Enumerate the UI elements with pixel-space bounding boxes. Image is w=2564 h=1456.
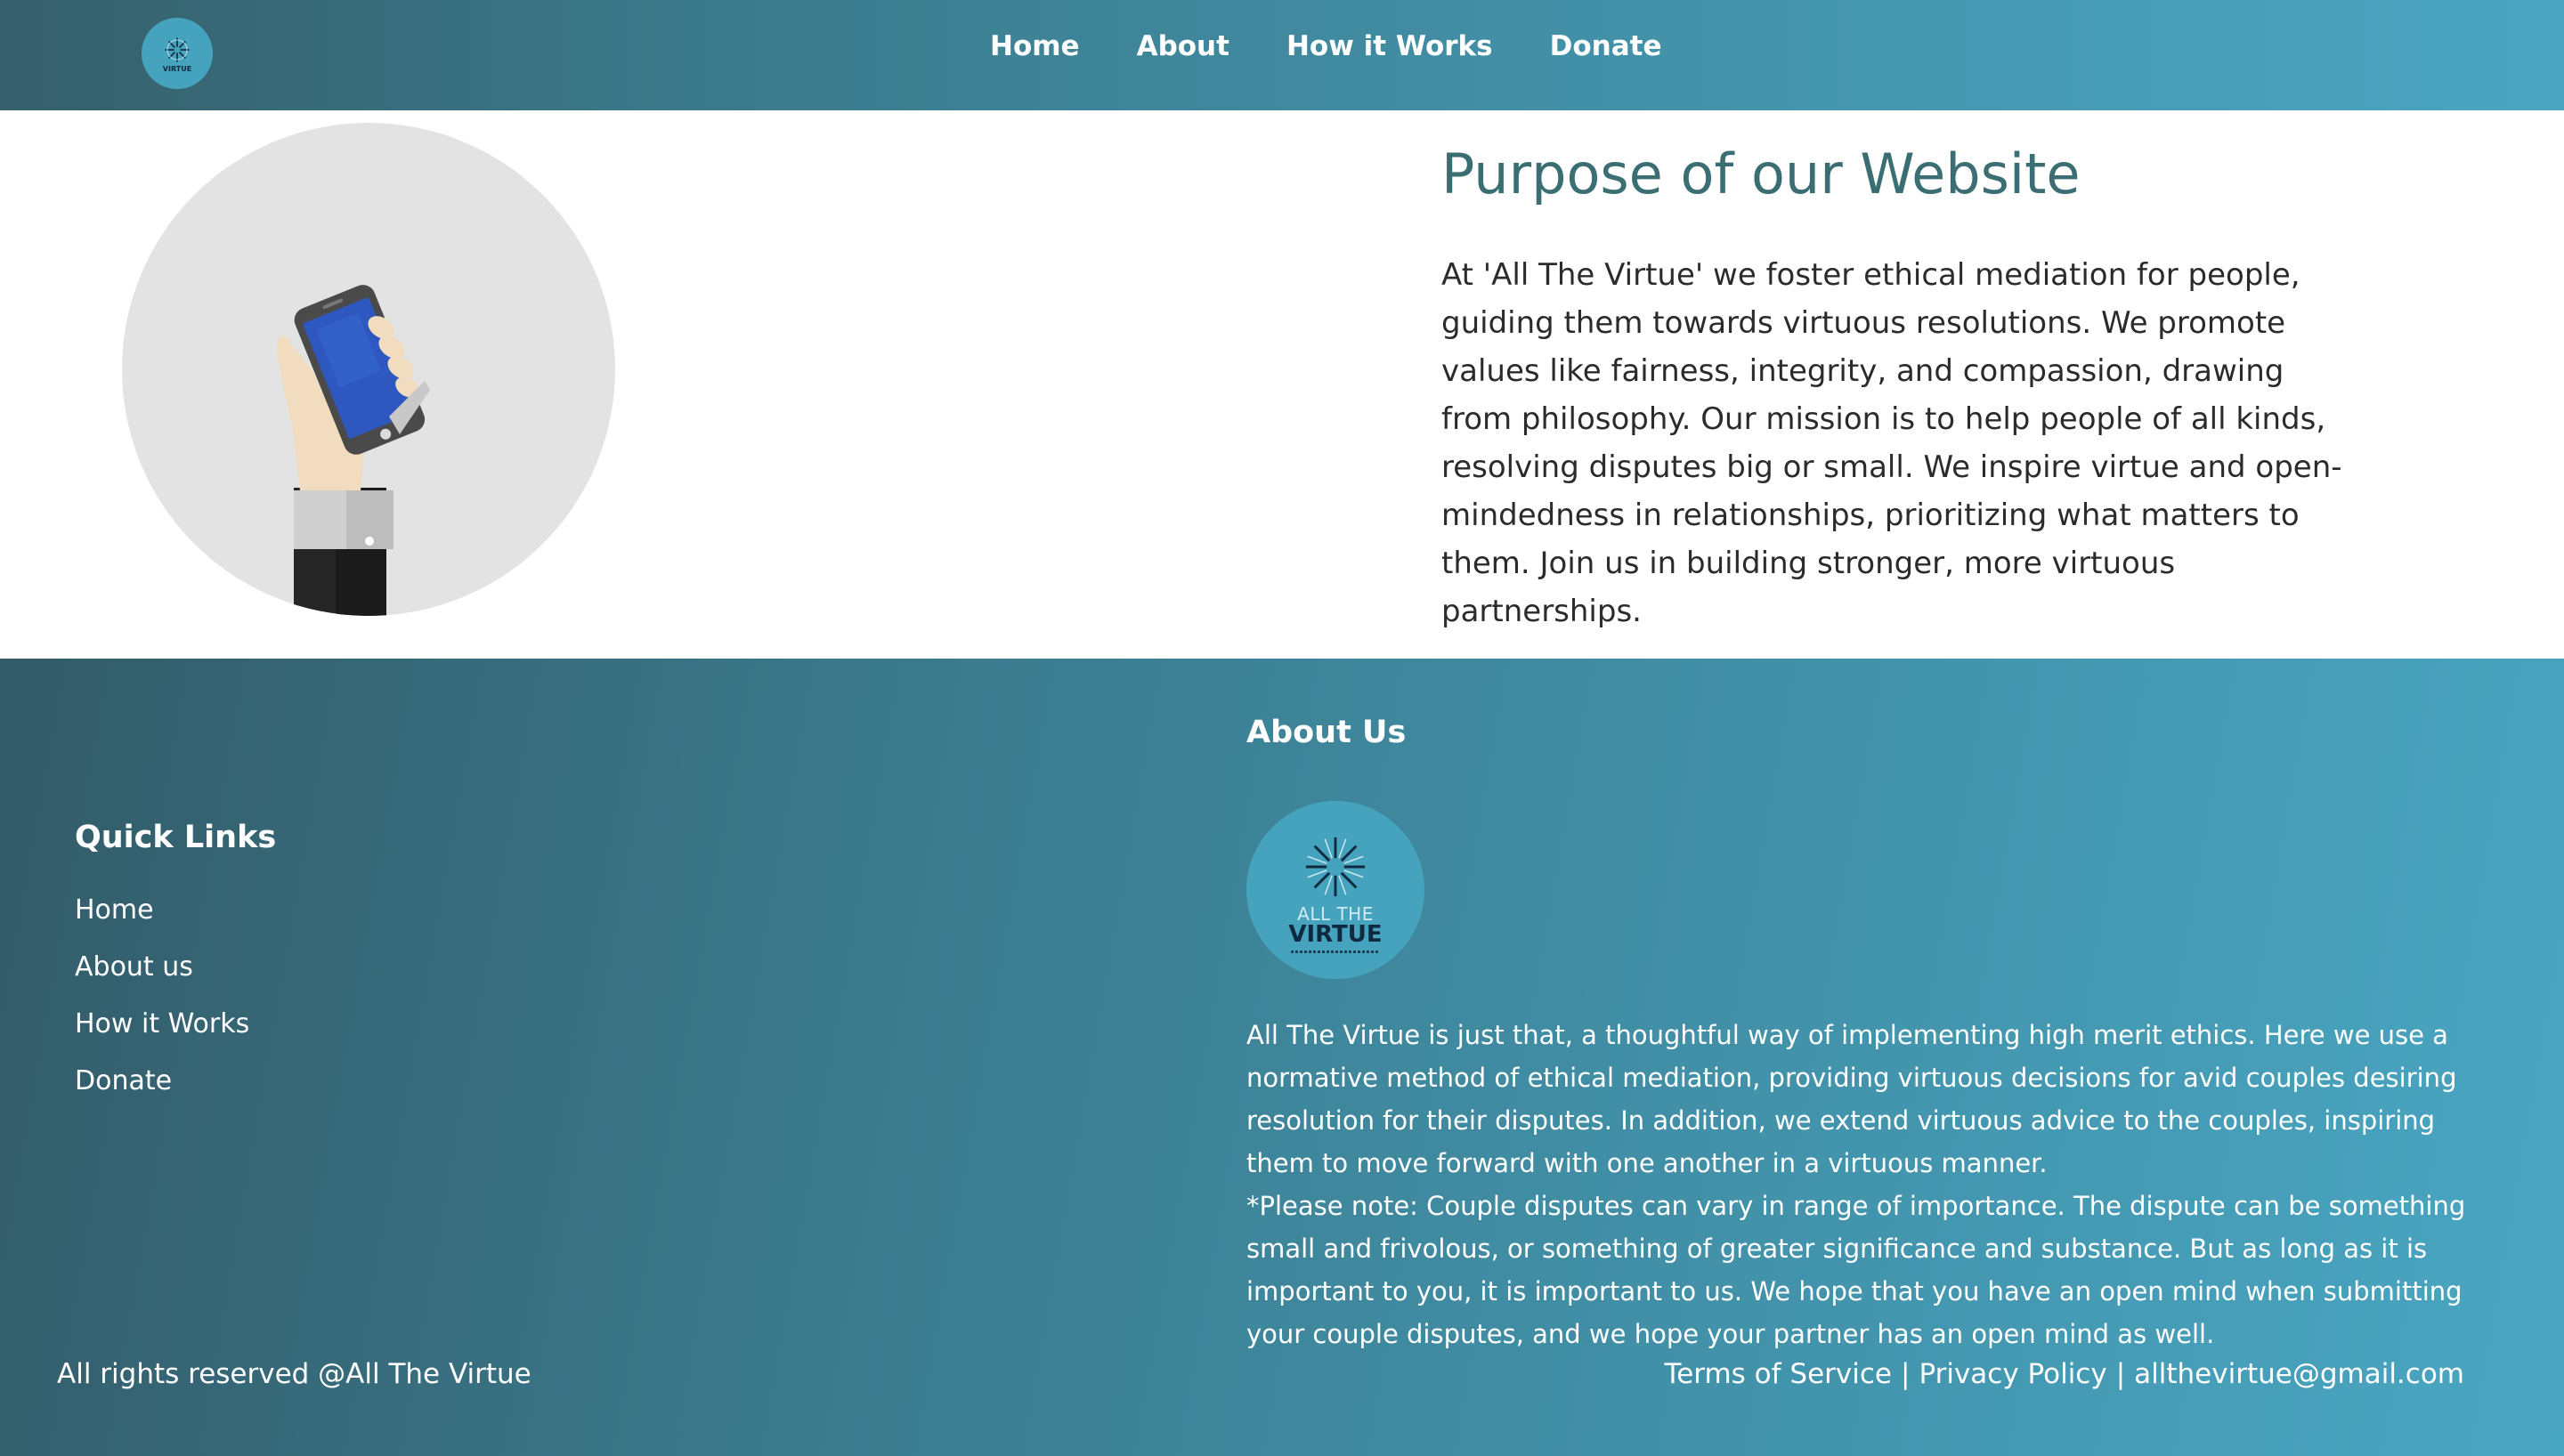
nav-logo-text: VIRTUE — [162, 64, 192, 73]
hand-holding-phone-icon — [277, 285, 430, 616]
purpose-paragraph: At 'All The Virtue' we foster ethical me… — [1441, 257, 2342, 629]
email-link[interactable]: allthevirtue@gmail.com — [2134, 1358, 2464, 1390]
list-item: How it Works — [75, 1008, 249, 1065]
nav-link-about[interactable]: About — [1137, 30, 1229, 62]
hero-illustration — [122, 123, 615, 616]
separator: | — [2115, 1358, 2126, 1390]
about-paragraph-1: All The Virtue is just that, a thoughtfu… — [1246, 1020, 2457, 1178]
footer: Quick Links Home About us How it Works D… — [0, 659, 2564, 1456]
page-title: Purpose of our Website — [1441, 142, 2081, 206]
nav-links: Home About How it Works Donate — [990, 30, 1718, 62]
list-item: About us — [75, 951, 249, 1008]
quick-links-list: Home About us How it Works Donate — [75, 894, 249, 1122]
footer-link-home[interactable]: Home — [75, 894, 154, 926]
logo-tagline — [1291, 950, 1380, 953]
purpose-section: Purpose of our Website At 'All The Virtu… — [0, 110, 2564, 659]
about-logo: ALL THE VIRTUE — [1246, 801, 1424, 979]
terms-of-service-link[interactable]: Terms of Service — [1665, 1358, 1892, 1390]
about-us-heading: About Us — [1246, 715, 1407, 750]
about-paragraph-2: *Please note: Couple disputes can vary i… — [1246, 1191, 2466, 1349]
nav-link-home[interactable]: Home — [990, 30, 1080, 62]
all-the-virtue-logo-icon — [165, 36, 190, 62]
privacy-policy-link[interactable]: Privacy Policy — [1919, 1358, 2106, 1390]
footer-link-donate[interactable]: Donate — [75, 1065, 172, 1096]
all-the-virtue-logo-icon — [1305, 837, 1366, 897]
about-us-text: All The Virtue is just that, a thoughtfu… — [1246, 1014, 2511, 1355]
about-logo-line1: ALL THE — [1297, 903, 1374, 926]
copyright-text: All rights reserved @All The Virtue — [57, 1358, 531, 1390]
footer-legal-links: Terms of Service | Privacy Policy | allthevi… — [1665, 1358, 2464, 1390]
list-item: Donate — [75, 1065, 249, 1122]
footer-link-how-it-works[interactable]: How it Works — [75, 1008, 249, 1039]
quick-links-heading: Quick Links — [75, 820, 277, 855]
separator: | — [1900, 1358, 1911, 1390]
top-navbar: VIRTUE Home About How it Works Donate — [0, 0, 2564, 110]
list-item: Home — [75, 894, 249, 951]
about-logo-line2: VIRTUE — [1288, 921, 1383, 949]
nav-logo[interactable]: VIRTUE — [142, 18, 213, 89]
nav-link-donate[interactable]: Donate — [1550, 30, 1662, 62]
nav-link-how-it-works[interactable]: How it Works — [1286, 30, 1493, 62]
footer-link-about-us[interactable]: About us — [75, 951, 193, 983]
